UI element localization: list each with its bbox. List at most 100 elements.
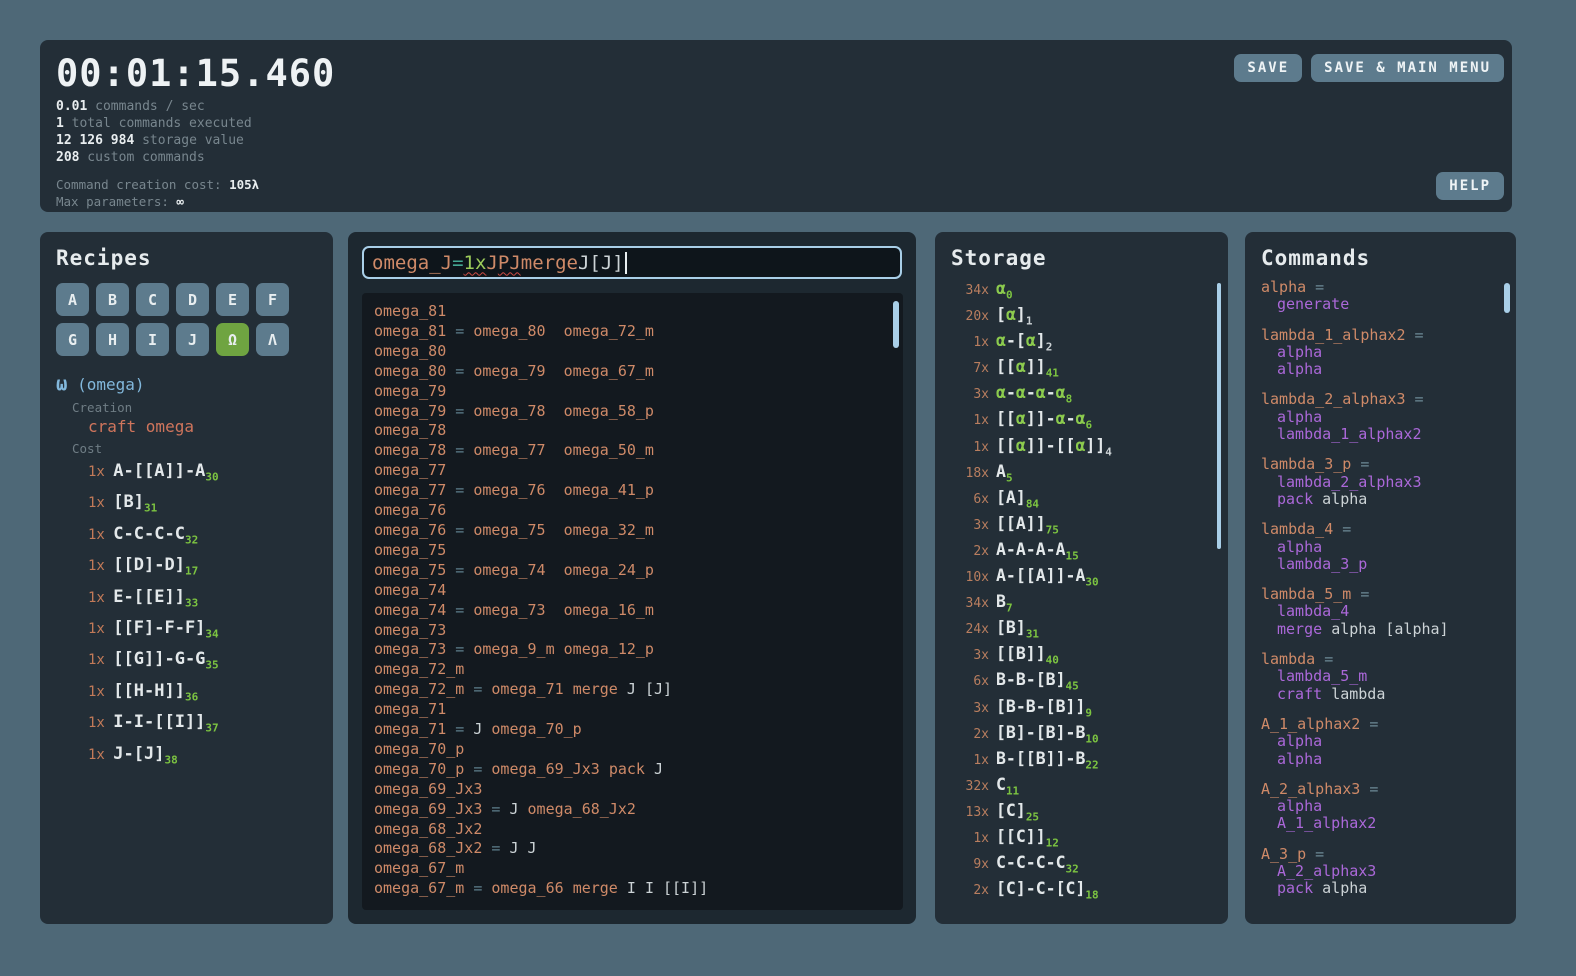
stat-value: 1 <box>56 116 64 131</box>
command-entry[interactable]: lambda_2_alphax3 =alphalambda_1_alphax2 <box>1261 391 1500 443</box>
recipe-letter-F[interactable]: F <box>256 283 289 316</box>
cost-formula: I-I-[[I]]37 <box>113 712 218 732</box>
command-list-line[interactable]: omega_78 <box>374 421 891 441</box>
storage-item: 2x[B]-[B]-B10 <box>951 723 1212 749</box>
commands-panel: Commands alpha =generatelambda_1_alphax2… <box>1245 232 1516 924</box>
stats-list: 0.01 commands / sec1 total commands exec… <box>56 98 1496 166</box>
command-list-line[interactable]: omega_74 = omega_73 omega_16_m <box>374 601 891 621</box>
save-main-menu-button[interactable]: SAVE & MAIN MENU <box>1311 54 1504 82</box>
command-entry[interactable]: lambda_4 =alphalambda_3_p <box>1261 521 1500 573</box>
storage-count: 3x <box>951 387 989 402</box>
editor-scrollbar[interactable] <box>893 301 899 348</box>
storage-sub: 12 <box>1046 836 1059 849</box>
save-button[interactable]: SAVE <box>1234 54 1302 82</box>
storage-formula: α-α-α-α8 <box>996 383 1072 405</box>
stat-line: 1 total commands executed <box>56 115 1496 132</box>
storage-count: 7x <box>951 361 989 376</box>
command-entry[interactable]: A_1_alphax2 =alphaalpha <box>1261 716 1500 768</box>
command-list-line[interactable]: omega_73 <box>374 621 891 641</box>
recipe-letter-B[interactable]: B <box>96 283 129 316</box>
command-list-line[interactable]: omega_72_m <box>374 660 891 680</box>
command-list-line[interactable]: omega_80 <box>374 342 891 362</box>
command-list-line[interactable]: omega_74 <box>374 581 891 601</box>
command-entry[interactable]: alpha =generate <box>1261 279 1500 314</box>
cost-item: 1x J-[J]38 <box>88 741 317 772</box>
command-list-line[interactable]: omega_76 = omega_75 omega_32_m <box>374 521 891 541</box>
command-list-line[interactable]: omega_80 = omega_79 omega_67_m <box>374 362 891 382</box>
recipe-letter-E[interactable]: E <box>216 283 249 316</box>
cost-sub: 31 <box>144 502 157 515</box>
commands-list: alpha =generate lambda_1_alphax2 =alphaal… <box>1261 279 1500 898</box>
cost-item: 1x A-[[A]]-A30 <box>88 458 317 489</box>
command-list-line[interactable]: omega_81 = omega_80 omega_72_m <box>374 322 891 342</box>
storage-count: 1x <box>951 831 989 846</box>
recipe-letter-C[interactable]: C <box>136 283 169 316</box>
command-list-line[interactable]: omega_71 = J omega_70_p <box>374 720 891 740</box>
storage-formula: [A]84 <box>996 488 1039 510</box>
command-list-line[interactable]: omega_68_Jx2 = J J <box>374 839 891 859</box>
command-list-line[interactable]: omega_69_Jx3 = J omega_68_Jx2 <box>374 800 891 820</box>
command-entry[interactable]: A_2_alphax3 =alphaA_1_alphax2 <box>1261 781 1500 833</box>
command-entry[interactable]: A_3_p =A_2_alphax3pack alpha <box>1261 846 1500 898</box>
cost-sub: 37 <box>205 722 218 735</box>
recipe-letter-Ω[interactable]: Ω <box>216 323 249 356</box>
command-list-line[interactable]: omega_79 = omega_78 omega_58_p <box>374 402 891 422</box>
storage-count: 6x <box>951 674 989 689</box>
command-entry[interactable]: lambda_3_p =lambda_2_alphax3pack alpha <box>1261 456 1500 508</box>
command-list-line[interactable]: omega_81 <box>374 302 891 322</box>
storage-count: 9x <box>951 857 989 872</box>
storage-count: 10x <box>951 570 989 585</box>
command-list-line[interactable]: omega_67_m = omega_66 merge I I [[I]] <box>374 879 891 899</box>
storage-formula: B7 <box>996 592 1013 614</box>
command-list-line[interactable]: omega_73 = omega_9_m omega_12_p <box>374 640 891 660</box>
cost-item: 1x [[D]-D]17 <box>88 552 317 583</box>
command-entry[interactable]: lambda =lambda_5_mcraft lambda <box>1261 651 1500 703</box>
command-list-line[interactable]: omega_76 <box>374 501 891 521</box>
recipe-letter-A[interactable]: A <box>56 283 89 316</box>
recipe-letter-J[interactable]: J <box>176 323 209 356</box>
selected-recipe-header: ω (omega) <box>56 373 317 395</box>
command-list-line[interactable]: omega_70_p = omega_69_Jx3 pack J <box>374 760 891 780</box>
command-list-line[interactable]: omega_79 <box>374 382 891 402</box>
storage-item: 3x α-α-α-α8 <box>951 383 1212 409</box>
storage-item: 6x[A]84 <box>951 488 1212 514</box>
storage-sub: 0 <box>1006 288 1013 301</box>
command-list-line[interactable]: omega_68_Jx2 <box>374 820 891 840</box>
cost-item: 1x [[G]]-G-G35 <box>88 646 317 677</box>
command-list-line[interactable]: omega_75 <box>374 541 891 561</box>
command-entry[interactable]: lambda_5_m =lambda_4merge alpha [alpha] <box>1261 586 1500 638</box>
command-list-line[interactable]: omega_70_p <box>374 740 891 760</box>
recipe-letter-H[interactable]: H <box>96 323 129 356</box>
command-list-line[interactable]: omega_67_m <box>374 859 891 879</box>
cost-qty: 1x <box>88 464 113 480</box>
cost-qty: 1x <box>88 621 113 637</box>
recipe-letter-Λ[interactable]: Λ <box>256 323 289 356</box>
storage-sub: 18 <box>1085 888 1098 901</box>
storage-sub: 9 <box>1085 706 1092 719</box>
command-list-line[interactable]: omega_72_m = omega_71 merge J [J] <box>374 680 891 700</box>
storage-count: 1x <box>951 440 989 455</box>
recipes-panel: Recipes ABCDEFGHIJΩΛ ω (omega) Creation … <box>40 232 333 924</box>
storage-count: 18x <box>951 466 989 481</box>
recipes-title: Recipes <box>56 246 317 270</box>
command-list-line[interactable]: omega_75 = omega_74 omega_24_p <box>374 561 891 581</box>
recipe-letter-D[interactable]: D <box>176 283 209 316</box>
command-list-line[interactable]: omega_71 <box>374 700 891 720</box>
storage-scrollbar[interactable] <box>1217 283 1221 549</box>
commands-scrollbar[interactable] <box>1504 283 1510 313</box>
storage-item: 2x[C]-C-[C]18 <box>951 879 1212 905</box>
command-list-line[interactable]: omega_77 = omega_76 omega_41_p <box>374 481 891 501</box>
command-list-line[interactable]: omega_69_Jx3 <box>374 780 891 800</box>
help-button[interactable]: HELP <box>1436 172 1504 200</box>
command-input[interactable]: omega_J = 1x J PJ merge J [J] <box>362 246 902 279</box>
command-list-line[interactable]: omega_78 = omega_77 omega_50_m <box>374 441 891 461</box>
recipe-letter-I[interactable]: I <box>136 323 169 356</box>
recipe-letter-G[interactable]: G <box>56 323 89 356</box>
meta-label: Max parameters: <box>56 194 176 209</box>
storage-formula: α-[α]2 <box>996 331 1052 353</box>
command-name: lambda_1_alphax2 <box>1261 326 1406 344</box>
command-list-line[interactable]: omega_77 <box>374 461 891 481</box>
command-list[interactable]: omega_81omega_81 = omega_80 omega_72_mom… <box>362 293 903 910</box>
cost-formula: A-[[A]]-A30 <box>113 461 218 481</box>
command-entry[interactable]: lambda_1_alphax2 =alphaalpha <box>1261 327 1500 379</box>
